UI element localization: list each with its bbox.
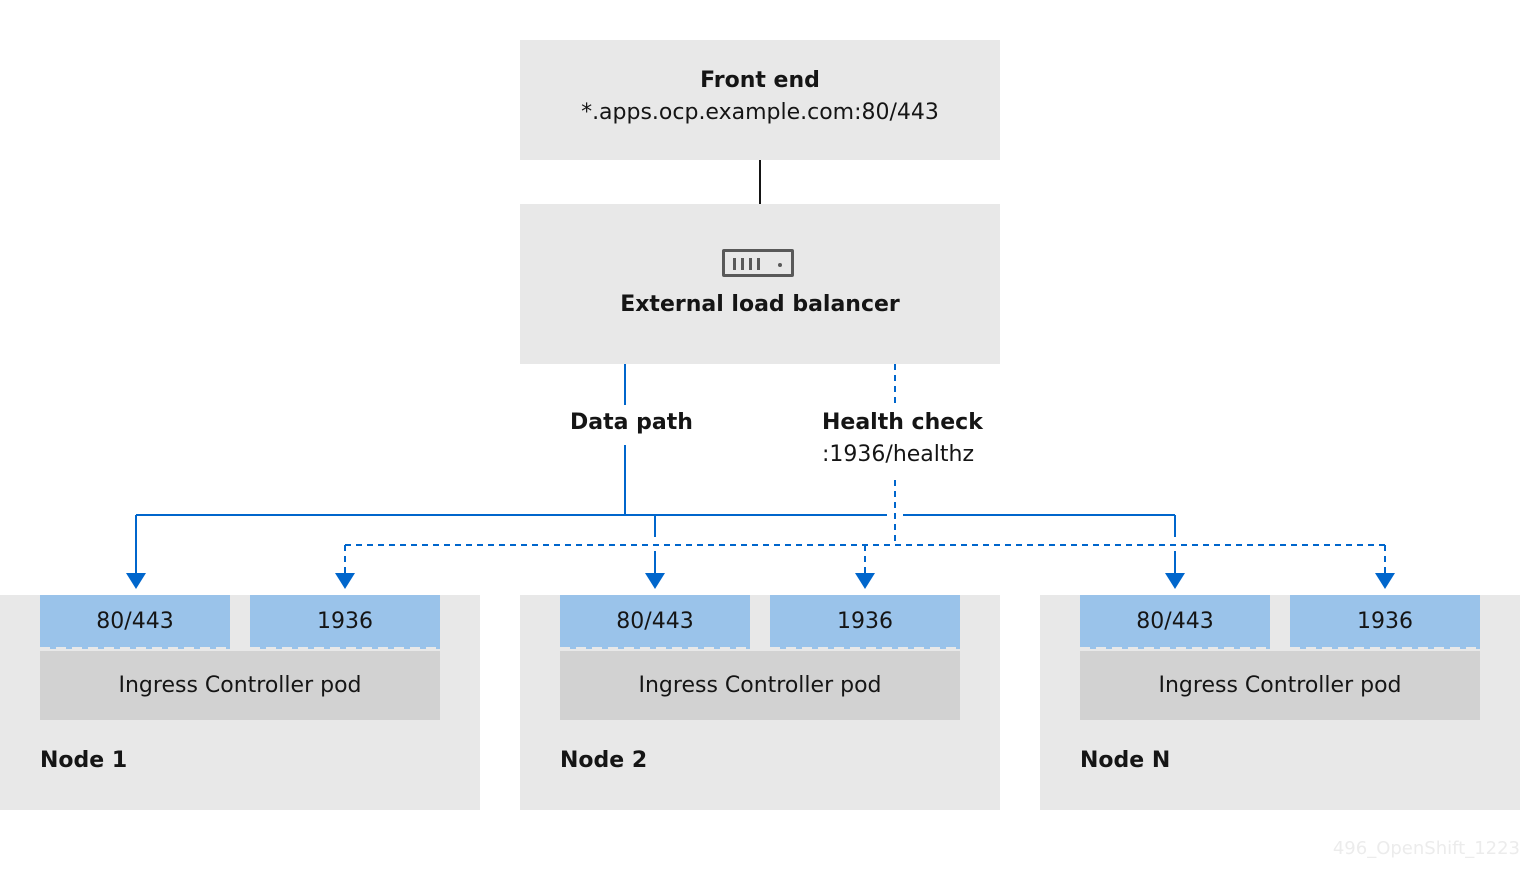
port-health: 1936	[1290, 595, 1480, 649]
arrow-noden-data	[1165, 573, 1185, 589]
health-check-label: Health check	[822, 410, 983, 435]
data-path-lines	[135, 364, 1176, 575]
health-check-lines	[344, 364, 1386, 575]
arrow-node2-data	[645, 573, 665, 589]
server-rack-icon	[722, 249, 794, 277]
load-balancer-title: External load balancer	[620, 292, 900, 317]
health-check-endpoint: :1936/healthz	[822, 442, 975, 467]
node-label: Node 1	[40, 748, 128, 773]
ingress-controller-pod: Ingress Controller pod	[560, 651, 960, 720]
data-path-label: Data path	[570, 410, 693, 435]
node-label: Node 2	[560, 748, 648, 773]
port-health: 1936	[250, 595, 440, 649]
front-end-box: Front end *.apps.ocp.example.com:80/443	[520, 40, 1000, 160]
node-1: 80/443 1936 Ingress Controller pod Node …	[0, 595, 480, 810]
node-label: Node N	[1080, 748, 1171, 773]
node-n: 80/443 1936 Ingress Controller pod Node …	[1040, 595, 1520, 810]
port-data: 80/443	[560, 595, 750, 649]
port-health: 1936	[770, 595, 960, 649]
arrow-node2-health	[855, 573, 875, 589]
port-data: 80/443	[40, 595, 230, 649]
watermark: 496_OpenShift_1223	[1332, 838, 1520, 859]
ingress-controller-pod: Ingress Controller pod	[40, 651, 440, 720]
arrow-noden-health	[1375, 573, 1395, 589]
arrow-node1-data	[126, 573, 146, 589]
arrow-node1-health	[335, 573, 355, 589]
front-end-address: *.apps.ocp.example.com:80/443	[581, 100, 939, 125]
ingress-controller-pod: Ingress Controller pod	[1080, 651, 1480, 720]
load-balancer-box: External load balancer	[520, 204, 1000, 364]
front-end-title: Front end	[700, 68, 820, 93]
node-2: 80/443 1936 Ingress Controller pod Node …	[520, 595, 1000, 810]
port-data: 80/443	[1080, 595, 1270, 649]
